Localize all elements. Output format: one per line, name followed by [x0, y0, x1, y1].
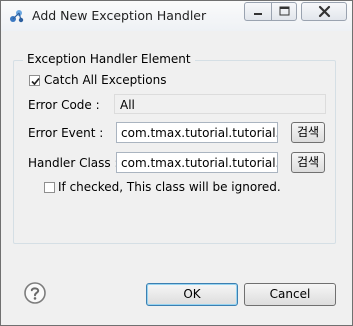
catch-all-label[interactable]: Catch All Exceptions — [44, 73, 166, 87]
error-event-browse-button[interactable]: 검색 — [291, 122, 325, 143]
handler-class-label: Handler Class : — [28, 156, 119, 170]
catch-all-checkbox[interactable] — [29, 75, 40, 86]
handler-class-input[interactable]: com.tmax.tutorial.tutorial.Han — [116, 152, 278, 173]
error-code-field: All — [114, 94, 326, 114]
close-button[interactable] — [301, 2, 347, 21]
error-code-label: Error Code : — [28, 98, 100, 112]
app-icon — [8, 7, 26, 25]
dialog-content: Exception Handler Element Catch All Exce… — [8, 32, 345, 318]
ignore-class-checkbox[interactable] — [44, 182, 55, 193]
help-icon[interactable] — [23, 281, 47, 305]
cancel-button[interactable]: Cancel — [244, 283, 336, 306]
minimize-icon — [254, 13, 262, 15]
ok-button[interactable]: OK — [146, 283, 238, 306]
minimize-button[interactable] — [244, 2, 271, 21]
window-title: Add New Exception Handler — [32, 8, 207, 23]
maximize-button[interactable] — [271, 2, 297, 21]
ignore-class-label[interactable]: If checked, This class will be ignored. — [58, 180, 281, 194]
close-icon — [318, 5, 331, 18]
dialog-window: Add New Exception Handler Exception Hand… — [0, 0, 353, 326]
check-icon — [31, 77, 40, 86]
group-title: Exception Handler Element — [23, 52, 195, 66]
maximize-icon — [279, 6, 290, 16]
error-event-input[interactable]: com.tmax.tutorial.tutorial.Erro — [116, 122, 278, 143]
handler-class-browse-button[interactable]: 검색 — [291, 152, 325, 173]
title-bar[interactable]: Add New Exception Handler — [1, 1, 352, 31]
error-event-label: Error Event : — [28, 126, 104, 140]
